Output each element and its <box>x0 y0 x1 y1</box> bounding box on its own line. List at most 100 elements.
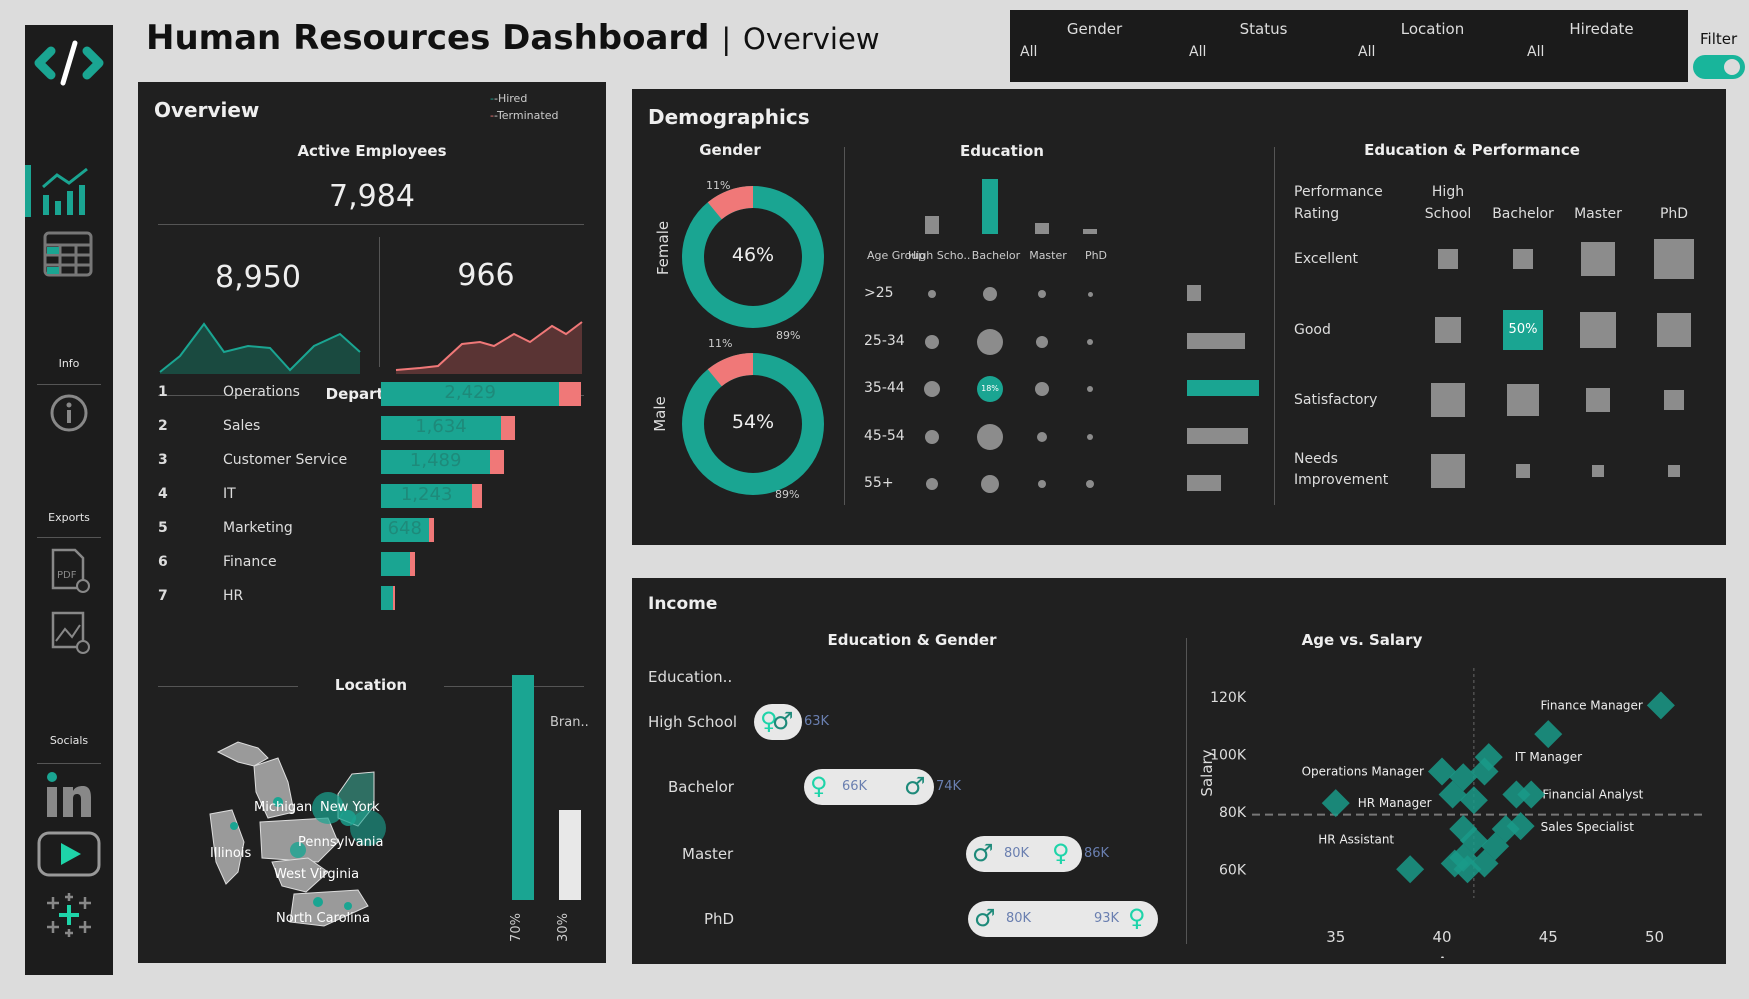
scatter-point-label: IT Manager <box>1515 750 1582 764</box>
location-filter[interactable]: Location All <box>1348 10 1517 82</box>
scatter-point[interactable] <box>1517 780 1546 809</box>
income-value-high: 86K <box>1084 846 1110 861</box>
table-icon[interactable] <box>43 231 93 277</box>
filter-toggle[interactable] <box>1693 55 1745 79</box>
age-group-bar[interactable] <box>1187 285 1202 301</box>
hq-bar[interactable] <box>512 675 534 900</box>
education-dot[interactable] <box>1037 431 1047 442</box>
terminated-bar[interactable] <box>472 484 482 508</box>
education-dot[interactable] <box>1087 386 1093 392</box>
education-total-bar[interactable] <box>1083 228 1097 234</box>
performance-square[interactable] <box>1580 312 1616 348</box>
scatter-point[interactable] <box>1646 691 1675 720</box>
performance-square[interactable] <box>1435 317 1461 343</box>
education-col-label: PhD <box>1084 249 1108 262</box>
youtube-icon[interactable] <box>37 831 101 877</box>
education-dot[interactable] <box>1035 382 1049 396</box>
education-gender-title: Education & Gender <box>827 631 997 649</box>
performance-square[interactable] <box>1507 384 1539 416</box>
education-dot[interactable] <box>977 328 1003 355</box>
education-dot[interactable] <box>926 478 938 490</box>
female-big-pct: 89% <box>776 329 801 342</box>
scatter-point[interactable] <box>1396 855 1425 884</box>
department-name: Sales <box>223 418 261 434</box>
age-group-bar[interactable] <box>1187 380 1259 396</box>
hired-bar[interactable] <box>381 586 394 610</box>
active-employees-value: 7,984 <box>329 179 415 214</box>
hiredate-filter[interactable]: Hiredate All <box>1517 10 1686 82</box>
education-dot[interactable] <box>1038 480 1046 488</box>
department-row[interactable]: 4 IT 1,243 <box>138 480 606 510</box>
hired-bar[interactable] <box>381 552 411 576</box>
gender-filter[interactable]: Gender All <box>1010 10 1179 82</box>
performance-square[interactable] <box>1431 383 1465 417</box>
education-dot[interactable] <box>1087 338 1093 345</box>
scatter-point[interactable] <box>1459 786 1488 815</box>
department-row[interactable]: 3 Customer Service 1,489 <box>138 446 606 476</box>
education-dot[interactable] <box>1087 291 1093 297</box>
performance-square[interactable] <box>1431 454 1465 488</box>
education-dot[interactable] <box>1036 335 1048 348</box>
image-export-icon[interactable] <box>47 607 91 655</box>
education-dot[interactable] <box>925 429 939 444</box>
terminated-bar[interactable] <box>393 586 395 610</box>
performance-square[interactable] <box>1586 388 1610 412</box>
department-row[interactable]: 2 Sales 1,634 <box>138 412 606 442</box>
map-label-north-carolina: North Carolina <box>276 911 370 926</box>
performance-square[interactable] <box>1654 239 1694 279</box>
education-total-bar[interactable] <box>925 215 939 234</box>
linkedin-icon[interactable] <box>45 771 93 819</box>
location-map[interactable]: Michigan New York Illinois Pennsylvania … <box>198 722 438 937</box>
overview-chart-icon[interactable] <box>39 165 95 217</box>
department-row[interactable]: 7 HR <box>138 582 606 612</box>
performance-square[interactable]: 50% <box>1503 310 1543 350</box>
performance-square[interactable] <box>1592 465 1604 477</box>
filter-bar: Gender All Status All Location All Hiredate… <box>1010 10 1688 82</box>
education-dot[interactable] <box>981 475 999 493</box>
performance-square[interactable] <box>1668 465 1680 477</box>
performance-square[interactable] <box>1581 242 1615 276</box>
education-dot[interactable] <box>977 423 1003 450</box>
education-total-bar[interactable] <box>982 179 998 234</box>
pdf-export-icon[interactable]: PDF <box>47 546 91 594</box>
male-icon: ♂ <box>974 904 996 932</box>
education-dot[interactable] <box>928 290 936 298</box>
education-dot[interactable] <box>1087 433 1093 440</box>
legend-terminated: --Terminated <box>490 109 559 122</box>
tableau-icon[interactable] <box>45 891 93 939</box>
terminated-bar[interactable] <box>490 450 504 474</box>
scatter-point[interactable] <box>1428 757 1456 786</box>
age-group-bar[interactable] <box>1187 332 1245 349</box>
performance-square[interactable] <box>1438 249 1458 269</box>
terminated-bar[interactable] <box>500 416 515 440</box>
terminated-bar[interactable] <box>428 518 434 542</box>
hired-value: 8,950 <box>215 260 301 295</box>
education-dot[interactable] <box>1038 290 1046 298</box>
performance-square[interactable] <box>1657 313 1691 347</box>
education-dot[interactable] <box>925 334 939 349</box>
age-salary-scatter[interactable]: 120K100K80K60K35404550AgeSalaryFinance M… <box>1192 658 1722 958</box>
education-dot[interactable] <box>983 287 997 301</box>
department-row[interactable]: 5 Marketing 648 <box>138 514 606 544</box>
scatter-point[interactable] <box>1534 720 1563 749</box>
info-icon[interactable] <box>49 393 89 433</box>
branch-bar[interactable] <box>559 810 581 900</box>
age-group-bar[interactable] <box>1187 427 1249 444</box>
department-row[interactable]: 1 Operations 2,429 <box>138 378 606 408</box>
scatter-point[interactable] <box>1321 789 1350 818</box>
education-dot[interactable] <box>924 381 940 397</box>
terminated-bar[interactable] <box>410 552 415 576</box>
performance-square[interactable] <box>1664 390 1684 410</box>
hq-percent: 70% <box>508 913 524 942</box>
age-group-bar[interactable] <box>1187 475 1221 491</box>
legend-hired: --Hired <box>490 92 528 105</box>
education-total-bar[interactable] <box>1035 223 1049 234</box>
status-filter[interactable]: Status All <box>1179 10 1348 82</box>
page-title: Human Resources Dashboard | Overview <box>146 18 880 58</box>
performance-square[interactable] <box>1513 249 1533 269</box>
terminated-bar[interactable] <box>559 382 581 406</box>
department-row[interactable]: 6 Finance <box>138 548 606 578</box>
performance-square[interactable] <box>1516 464 1530 478</box>
education-dot[interactable]: 18% <box>977 376 1003 402</box>
education-dot[interactable] <box>1086 480 1094 488</box>
